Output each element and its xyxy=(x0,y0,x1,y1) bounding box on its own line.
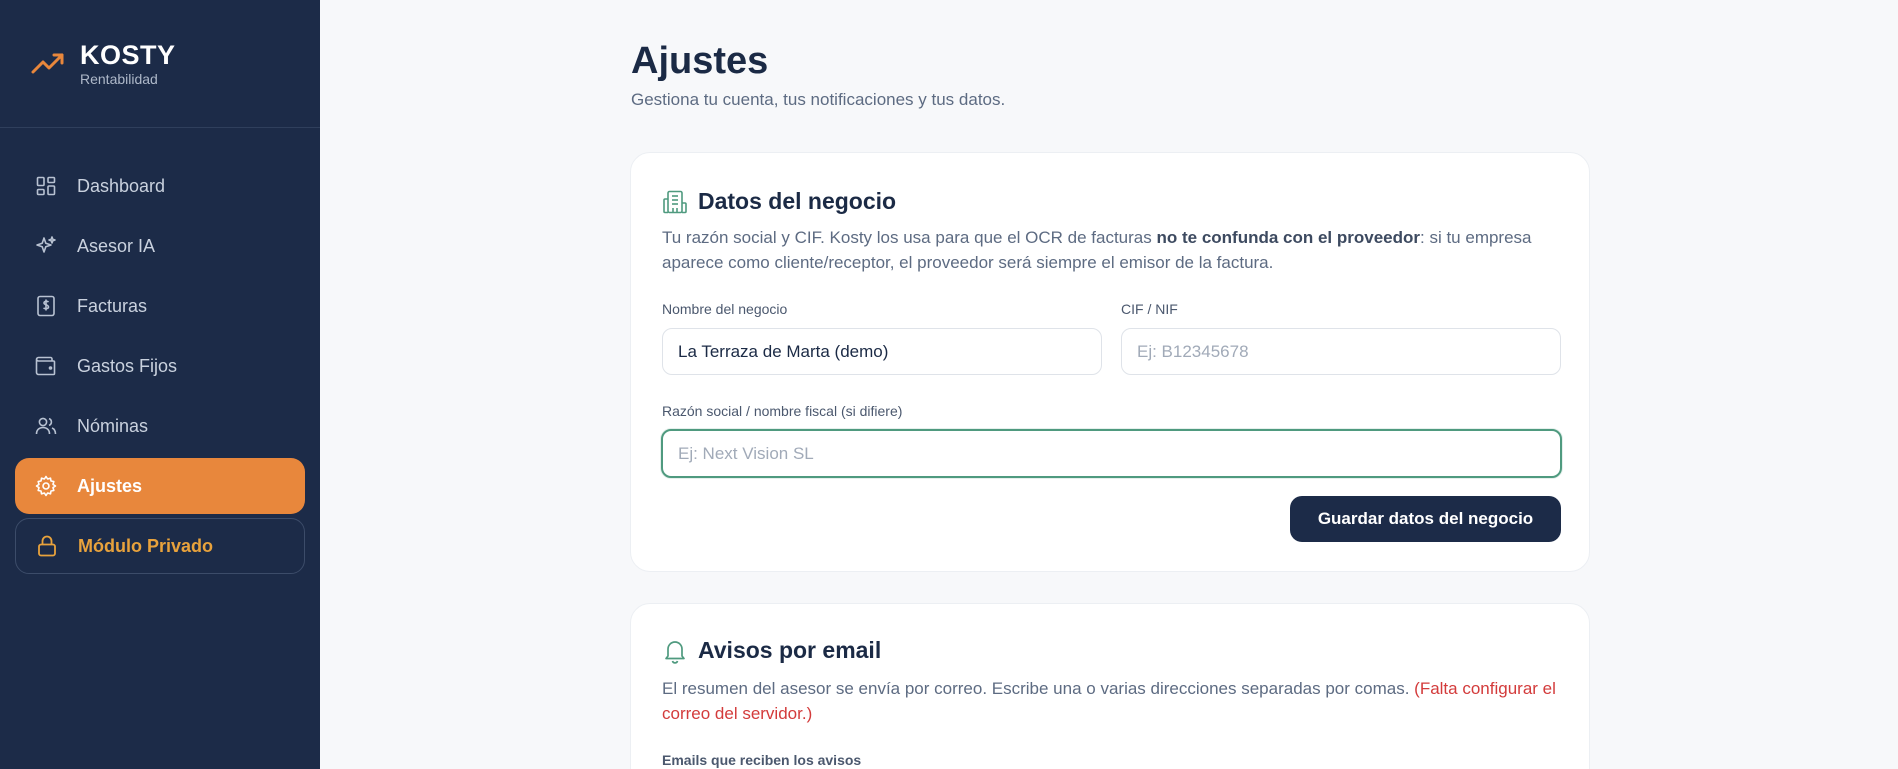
brand[interactable]: KOSTY Rentabilidad xyxy=(30,40,176,88)
sidebar: KOSTY Rentabilidad Dashboard Asesor IA F… xyxy=(0,0,320,769)
invoice-icon xyxy=(35,295,57,317)
gear-icon xyxy=(35,475,57,497)
sidebar-item-asesor-ia[interactable]: Asesor IA xyxy=(15,218,305,274)
razon-social-input[interactable] xyxy=(661,429,1562,478)
users-icon xyxy=(35,415,57,437)
cif-input[interactable] xyxy=(1121,328,1561,375)
business-data-card: Datos del negocio Tu razón social y CIF.… xyxy=(630,152,1590,572)
sidebar-item-label: Módulo Privado xyxy=(78,535,213,556)
card-header: Avisos por email xyxy=(662,637,881,664)
bell-icon xyxy=(665,640,685,664)
save-business-data-button[interactable]: Guardar datos del negocio xyxy=(1290,496,1561,542)
card-description: Tu razón social y CIF. Kosty los usa par… xyxy=(662,225,1562,275)
card-header: Datos del negocio xyxy=(662,188,896,215)
sidebar-item-label: Dashboard xyxy=(77,175,166,196)
wallet-icon xyxy=(35,355,57,377)
card-title: Avisos por email xyxy=(698,637,882,663)
sidebar-item-ajustes[interactable]: Ajustes xyxy=(15,458,305,514)
brand-subtitle: Rentabilidad xyxy=(80,71,158,87)
building-icon xyxy=(663,190,687,213)
sidebar-item-dashboard[interactable]: Dashboard xyxy=(15,158,305,214)
business-name-label: Nombre del negocio xyxy=(662,301,788,317)
sidebar-item-label: Gastos Fijos xyxy=(77,355,178,376)
sidebar-item-label: Facturas xyxy=(77,295,148,316)
description-text: Tu razón social y CIF. Kosty los usa par… xyxy=(662,228,1157,247)
description-text: El resumen del asesor se envía por corre… xyxy=(662,679,1415,698)
cif-label: CIF / NIF xyxy=(1121,301,1178,317)
sparkles-icon xyxy=(35,235,57,257)
card-description: El resumen del asesor se envía por corre… xyxy=(662,676,1562,726)
sidebar-item-modulo-privado[interactable]: Módulo Privado xyxy=(15,518,305,574)
email-notifications-card: Avisos por email El resumen del asesor s… xyxy=(630,603,1590,769)
business-name-input[interactable] xyxy=(662,328,1102,375)
sidebar-item-facturas[interactable]: Facturas xyxy=(15,278,305,334)
sidebar-item-label: Asesor IA xyxy=(77,235,156,256)
page-subtitle: Gestiona tu cuenta, tus notificaciones y… xyxy=(631,90,1006,109)
description-emphasis: no te confunda con el proveedor xyxy=(1156,228,1421,247)
sidebar-item-gastos-fijos[interactable]: Gastos Fijos xyxy=(15,338,305,394)
brand-name: KOSTY xyxy=(80,40,176,70)
card-title: Datos del negocio xyxy=(698,188,897,214)
page-title: Ajustes xyxy=(631,40,769,82)
razon-social-label: Razón social / nombre fiscal (si difiere… xyxy=(662,403,903,419)
sidebar-item-nominas[interactable]: Nóminas xyxy=(15,398,305,454)
emails-label: Emails que reciben los avisos xyxy=(662,752,862,768)
lock-icon xyxy=(36,535,58,557)
trending-up-icon xyxy=(31,53,64,74)
sidebar-item-label: Nóminas xyxy=(77,415,149,436)
sidebar-divider xyxy=(0,127,320,128)
sidebar-item-label: Ajustes xyxy=(77,475,143,496)
dashboard-icon xyxy=(35,175,57,197)
